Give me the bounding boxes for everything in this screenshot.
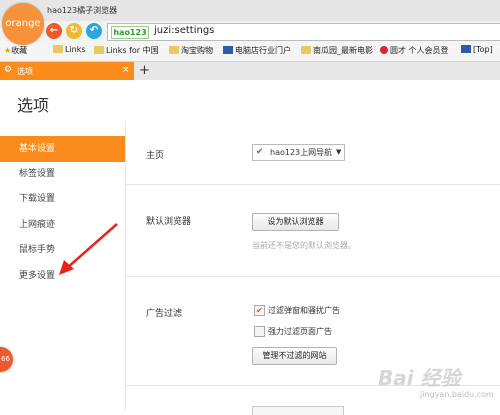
bookmark-yuancai[interactable]: 圆才 个人会员登 bbox=[380, 45, 449, 56]
partial-button[interactable] bbox=[252, 406, 344, 415]
bookmark-links-china[interactable]: Links for 中国 bbox=[94, 45, 159, 56]
site-icon bbox=[380, 46, 388, 54]
bookmark-label: Links for 中国 bbox=[106, 46, 159, 55]
section-divider bbox=[126, 276, 500, 277]
sidebar-item-basic[interactable]: 基本设置 bbox=[0, 136, 125, 162]
bookmark-nangua[interactable]: 南瓜园_最新电影 bbox=[301, 45, 373, 56]
home-button[interactable]: ↶ bbox=[86, 23, 102, 39]
title-bar: hao123橘子浏览器 bbox=[0, 0, 500, 21]
back-button[interactable]: ← bbox=[46, 23, 62, 39]
bookmark-label: Links bbox=[65, 45, 86, 54]
folder-icon bbox=[53, 45, 63, 53]
homepage-select[interactable]: ✔ hao123上网导航 ▼ bbox=[252, 144, 345, 161]
section-divider bbox=[126, 184, 500, 185]
folder-icon bbox=[94, 46, 104, 54]
bookmark-favorites[interactable]: ★收藏 bbox=[4, 45, 27, 56]
window-title: hao123橘子浏览器 bbox=[47, 6, 118, 15]
adblock-label: 广告过滤 bbox=[146, 309, 183, 319]
bookmark-top[interactable]: [Top] bbox=[461, 45, 493, 54]
refresh-button[interactable]: ↻ bbox=[66, 23, 82, 39]
sidebar-item-tabs[interactable]: 标签设置 bbox=[0, 161, 125, 187]
homepage-label: 主页 bbox=[146, 151, 165, 161]
default-browser-label: 默认浏览器 bbox=[146, 217, 192, 227]
sidebar-item-download[interactable]: 下载设置 bbox=[0, 186, 125, 212]
strong-filter-label: 强力过滤页面广告 bbox=[268, 327, 332, 336]
tab-settings[interactable]: ⚙ 选项 × bbox=[0, 62, 134, 80]
set-default-browser-button[interactable]: 设为默认浏览器 bbox=[252, 213, 339, 231]
tab-bar: ⚙ 选项 × + bbox=[0, 62, 500, 80]
baidu-watermark-url: jingyan.baidu.com bbox=[420, 390, 494, 399]
annotation-arrow bbox=[59, 223, 118, 275]
strong-filter-checkbox[interactable] bbox=[254, 326, 265, 337]
baidu-watermark: Bai 经验 bbox=[378, 366, 461, 390]
bookmark-label: 淘宝购物 bbox=[181, 46, 213, 55]
site-icon bbox=[461, 45, 471, 53]
bookmark-links[interactable]: Links bbox=[53, 45, 86, 54]
manage-whitelist-button[interactable]: 管理不过滤的网站 bbox=[252, 347, 337, 365]
folder-icon bbox=[169, 46, 179, 54]
address-bar[interactable]: hao123 juzi:settings bbox=[107, 23, 500, 41]
bookmark-dnd[interactable]: 电脑店行业门户 bbox=[223, 45, 291, 56]
bookmark-taobao[interactable]: 淘宝购物 bbox=[169, 45, 213, 56]
url-text[interactable]: juzi:settings bbox=[154, 25, 214, 36]
page-header: 选项 bbox=[0, 80, 500, 123]
homepage-select-value: hao123上网导航 bbox=[270, 148, 333, 157]
bookmark-label: 圆才 个人会员登 bbox=[390, 46, 449, 55]
gear-icon: ⚙ bbox=[4, 65, 13, 75]
bookmark-label: [Top] bbox=[473, 45, 493, 54]
default-browser-hint: 当前还不是您的默认浏览器。 bbox=[252, 241, 356, 250]
hao123-leaf-icon: ✔ bbox=[256, 147, 264, 157]
page-title: 选项 bbox=[17, 96, 50, 115]
folder-icon bbox=[301, 46, 311, 54]
chevron-down-icon: ▼ bbox=[336, 148, 342, 156]
filter-popup-checkbox[interactable]: ✔ bbox=[254, 305, 265, 316]
bookmark-label: 电脑店行业门户 bbox=[235, 46, 291, 55]
tab-label: 选项 bbox=[17, 67, 33, 76]
hao123-icon: hao123 bbox=[111, 26, 149, 39]
close-icon[interactable]: × bbox=[122, 65, 130, 75]
new-tab-button[interactable]: + bbox=[139, 63, 150, 78]
bookmark-label: 收藏 bbox=[11, 46, 28, 55]
bookmark-label: 南瓜园_最新电影 bbox=[313, 46, 373, 55]
site-icon bbox=[223, 46, 233, 54]
browser-logo[interactable]: orange bbox=[2, 3, 44, 45]
filter-popup-label: 过滤弹窗和骚扰广告 bbox=[268, 306, 340, 315]
bookmarks-bar: ★收藏 Links Links for 中国 淘宝购物 电脑店行业门户 南瓜园_… bbox=[0, 41, 500, 62]
